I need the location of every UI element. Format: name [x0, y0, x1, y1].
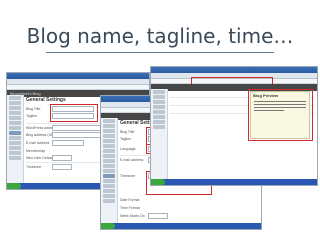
- screenshot-blog-preview: Blog Preview: [150, 66, 318, 186]
- sidebar-item[interactable]: [103, 184, 115, 188]
- field-label: Timezone: [120, 174, 136, 178]
- sidebar-item[interactable]: [103, 144, 115, 148]
- sidebar-item[interactable]: [103, 199, 115, 203]
- taskbar: [151, 179, 317, 185]
- sidebar-item[interactable]: [9, 101, 21, 105]
- page-heading: General Settings: [26, 97, 66, 103]
- wordpress-url-input[interactable]: [52, 125, 104, 131]
- sidebar-item[interactable]: [153, 95, 165, 99]
- start-button[interactable]: [7, 183, 21, 189]
- admin-sidebar: [151, 89, 168, 179]
- field-label: Time Format: [120, 206, 140, 210]
- sidebar-item[interactable]: [9, 111, 21, 115]
- sidebar-item[interactable]: [103, 139, 115, 143]
- sidebar-item[interactable]: [153, 125, 165, 129]
- highlight-box: [50, 104, 98, 122]
- role-select[interactable]: [52, 155, 72, 161]
- sidebar-item[interactable]: [103, 159, 115, 163]
- sidebar-item[interactable]: [103, 154, 115, 158]
- timezone-select[interactable]: [52, 164, 72, 170]
- field-label: Week Starts On: [120, 214, 145, 218]
- field-label: Membership: [26, 149, 46, 153]
- taskbar: [101, 223, 261, 229]
- sidebar-item[interactable]: [9, 106, 21, 110]
- sidebar-item[interactable]: [103, 149, 115, 153]
- sidebar-item[interactable]: [103, 119, 115, 123]
- field-label: E-mail address: [120, 158, 144, 162]
- sidebar-item[interactable]: [103, 194, 115, 198]
- highlight-box: [248, 89, 313, 141]
- title-underline: [46, 52, 274, 53]
- sidebar-item[interactable]: [103, 134, 115, 138]
- admin-sidebar: [7, 95, 24, 183]
- sidebar-item[interactable]: [153, 110, 165, 114]
- sidebar-item[interactable]: [9, 136, 21, 140]
- sidebar-item[interactable]: [103, 129, 115, 133]
- field-label: E-mail address: [26, 141, 50, 145]
- sidebar-item[interactable]: [9, 156, 21, 160]
- sidebar-item[interactable]: [103, 164, 115, 168]
- sidebar-item[interactable]: [103, 124, 115, 128]
- sidebar-item[interactable]: [153, 115, 165, 119]
- sidebar-item[interactable]: [9, 146, 21, 150]
- field-label: Timezone: [26, 165, 42, 169]
- field-label: Blog Title: [120, 130, 135, 134]
- sidebar-item[interactable]: [153, 90, 165, 94]
- sidebar-item[interactable]: [9, 96, 21, 100]
- slide-title: Blog name, tagline, time…: [26, 24, 294, 48]
- start-button[interactable]: [151, 179, 165, 185]
- preview-panel: Blog Preview: [170, 89, 315, 177]
- sidebar-item[interactable]: [103, 169, 115, 173]
- sidebar-item[interactable]: [9, 116, 21, 120]
- sidebar-item[interactable]: [103, 179, 115, 183]
- sidebar-item[interactable]: [9, 141, 21, 145]
- sidebar-item[interactable]: [9, 126, 21, 130]
- admin-sidebar: [101, 118, 118, 223]
- sidebar-item[interactable]: [153, 100, 165, 104]
- sidebar-item[interactable]: [9, 151, 21, 155]
- field-label: Blog Title: [26, 107, 41, 111]
- field-label: Language: [120, 147, 136, 151]
- email-field[interactable]: [52, 140, 84, 146]
- field-label: Tagline: [26, 114, 38, 118]
- sidebar-item[interactable]: [153, 105, 165, 109]
- week-start-select[interactable]: [148, 213, 168, 219]
- sidebar-item-settings[interactable]: [103, 174, 115, 178]
- sidebar-item[interactable]: [153, 120, 165, 124]
- field-label: Tagline: [120, 137, 132, 141]
- blog-url-input[interactable]: [52, 132, 104, 138]
- sidebar-item[interactable]: [9, 121, 21, 125]
- sidebar-item-settings[interactable]: [9, 131, 21, 135]
- sidebar-item[interactable]: [103, 189, 115, 193]
- start-button[interactable]: [101, 223, 115, 229]
- field-label: Date Format: [120, 198, 140, 202]
